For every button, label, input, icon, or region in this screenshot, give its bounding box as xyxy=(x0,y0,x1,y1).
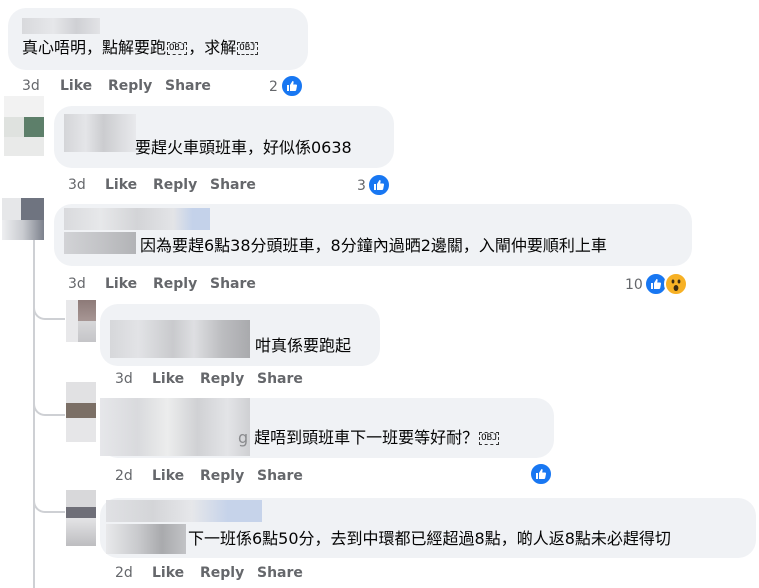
comment-text: 真心唔明，點解要跑 OBJ ，求解 OBJ xyxy=(22,38,258,57)
comment-time[interactable]: 3d xyxy=(115,371,133,387)
share-button[interactable]: Share xyxy=(257,565,303,581)
like-button[interactable]: Like xyxy=(105,276,137,292)
avatar xyxy=(66,382,96,442)
share-button[interactable]: Share xyxy=(210,177,256,193)
comment-bubble: 要趕火車頭班車，好似係0638 xyxy=(54,106,394,168)
comment-actions: 3d Like Reply Share xyxy=(68,276,268,294)
thread-branch xyxy=(33,304,65,320)
comment-bubble: 真心唔明，點解要跑 OBJ ，求解 OBJ xyxy=(8,8,308,70)
reply-button[interactable]: Reply xyxy=(200,468,244,484)
reply-button[interactable]: Reply xyxy=(200,565,244,581)
comment-bubble: 因為要趕6點38分頭班車，8分鐘內過晒2邊關，入閘仲要順利上車 xyxy=(54,204,692,266)
avatar xyxy=(2,198,44,240)
share-button[interactable]: Share xyxy=(257,371,303,387)
like-button[interactable]: Like xyxy=(152,565,184,581)
blurred-author-name xyxy=(110,320,250,358)
reply-button[interactable]: Reply xyxy=(108,78,152,94)
obj-glyph: OBJ xyxy=(479,432,500,445)
reply-text: g 趕唔到頭班車下一班要等好耐？ OBJ xyxy=(238,428,500,447)
blurred-author-name xyxy=(64,232,136,254)
blurred-author-name xyxy=(106,500,262,522)
comment-text: 要趕火車頭班車，好似係0638 xyxy=(135,138,352,157)
blurred-author-name xyxy=(100,398,250,456)
reply-button[interactable]: Reply xyxy=(153,177,197,193)
obj-glyph: OBJ xyxy=(167,42,188,55)
like-button[interactable]: Like xyxy=(105,177,137,193)
reply-text: 咁真係要跑起 xyxy=(255,336,352,355)
comment-time[interactable]: 3d xyxy=(68,276,86,292)
blurred-author-name xyxy=(64,208,210,230)
thread-branch xyxy=(33,497,65,513)
comment-text: 因為要趕6點38分頭班車，8分鐘內過晒2邊關，入閘仲要順利上車 xyxy=(140,236,607,255)
share-button[interactable]: Share xyxy=(165,78,211,94)
comment-actions: 3d Like Reply Share xyxy=(68,177,268,195)
wow-icon[interactable] xyxy=(664,272,688,296)
blurred-author-name xyxy=(64,114,136,152)
reply-actions: 2d Like Reply Share xyxy=(115,468,315,486)
blurred-author-name xyxy=(106,524,186,554)
avatar xyxy=(4,96,44,156)
reply-text: 下一班係6點50分，去到中環都已經超過8點，啲人返8點未必趕得切 xyxy=(188,529,671,548)
share-button[interactable]: Share xyxy=(210,276,256,292)
reaction-count[interactable]: 3 xyxy=(357,178,366,194)
avatar xyxy=(66,300,96,342)
reply-actions: 2d Like Reply Share xyxy=(115,565,315,583)
reaction-count[interactable]: 2 xyxy=(269,79,278,95)
like-button[interactable]: Like xyxy=(152,468,184,484)
thread-branch xyxy=(33,400,65,416)
comment-time[interactable]: 3d xyxy=(22,78,40,94)
like-button[interactable]: Like xyxy=(60,78,92,94)
like-icon[interactable] xyxy=(280,74,304,98)
reply-button[interactable]: Reply xyxy=(153,276,197,292)
like-icon[interactable] xyxy=(529,462,553,486)
comment-actions: 3d Like Reply Share xyxy=(22,78,222,96)
obj-glyph: OBJ xyxy=(237,42,258,55)
reply-actions: 3d Like Reply Share xyxy=(115,371,315,389)
reply-bubble: 咁真係要跑起 xyxy=(100,304,380,366)
reaction-count[interactable]: 10 xyxy=(625,277,643,293)
reply-bubble: 下一班係6點50分，去到中環都已經超過8點，啲人返8點未必趕得切 xyxy=(100,498,756,558)
comment-time[interactable]: 3d xyxy=(68,177,86,193)
like-icon[interactable] xyxy=(367,173,391,197)
avatar xyxy=(66,490,96,546)
comment-time[interactable]: 2d xyxy=(115,565,133,581)
comment-time[interactable]: 2d xyxy=(115,468,133,484)
reply-bubble: g 趕唔到頭班車下一班要等好耐？ OBJ xyxy=(100,398,554,458)
thread-line xyxy=(33,240,35,588)
share-button[interactable]: Share xyxy=(257,468,303,484)
like-button[interactable]: Like xyxy=(152,371,184,387)
blurred-author-name xyxy=(22,18,100,34)
reply-button[interactable]: Reply xyxy=(200,371,244,387)
